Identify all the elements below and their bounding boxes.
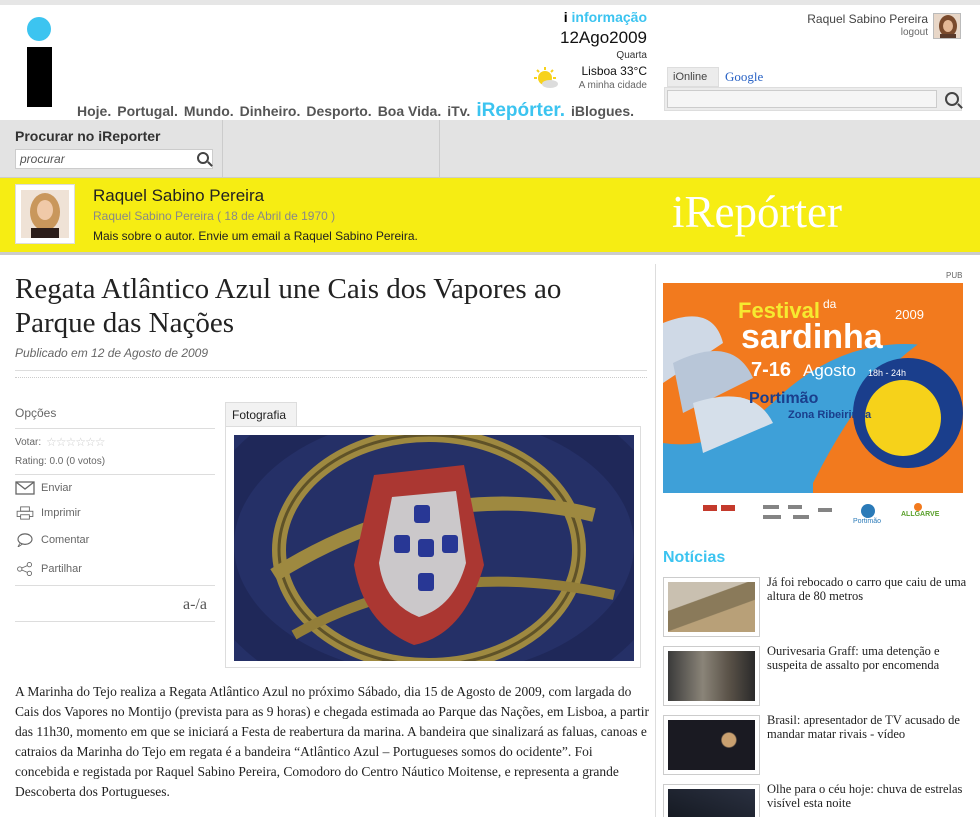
festival-ad-graphic: Festival da sardinha 2009 7-16 Agosto 18…: [663, 283, 963, 533]
avatar[interactable]: [933, 13, 961, 39]
options-title: Opções: [15, 406, 57, 420]
separator: [15, 428, 215, 429]
nav-portugal[interactable]: Portugal.: [117, 103, 178, 119]
local-search-label: Procurar no iReporter: [15, 128, 161, 144]
news-item[interactable]: Já foi rebocado o carro que caiu de uma …: [663, 575, 966, 637]
news-headline[interactable]: Brasil: apresentador de TV acusado de ma…: [767, 713, 967, 741]
ad-portimao-logo: Portimão: [853, 518, 881, 525]
nav-ireporter[interactable]: iRepórter.: [476, 100, 565, 121]
news-headline[interactable]: Olhe para o céu hoje: chuva de estrelas …: [767, 782, 967, 810]
local-search-icon[interactable]: [197, 152, 209, 164]
nav-mundo[interactable]: Mundo.: [184, 103, 234, 119]
rating-stars[interactable]: ☆☆☆☆☆☆: [46, 435, 106, 449]
share-option[interactable]: Partilhar: [15, 562, 82, 576]
news-thumbnail[interactable]: [663, 784, 760, 817]
nav-desporto[interactable]: Desporto.: [306, 103, 371, 119]
photo-frame: [225, 426, 641, 668]
share-icon: [17, 562, 32, 576]
tab-photo[interactable]: Fotografia: [225, 402, 297, 426]
my-city-link[interactable]: A minha cidade: [579, 80, 647, 91]
separator: [15, 585, 215, 586]
local-search-input[interactable]: procurar: [15, 149, 213, 169]
share-label: Partilhar: [41, 563, 82, 575]
author-birthdate: Raquel Sabino Pereira ( 18 de Abril de 1…: [93, 209, 336, 223]
top-search-input[interactable]: [667, 90, 937, 108]
article-title: Regata Atlântico Azul une Cais dos Vapor…: [15, 273, 562, 339]
ad-place: Portimão: [749, 390, 819, 407]
search-tab-google[interactable]: Google: [725, 69, 763, 85]
ad-label: PUB: [946, 271, 963, 280]
info-heading[interactable]: i informação: [564, 9, 647, 25]
ad-month: Agosto: [803, 361, 856, 380]
nav-itv[interactable]: iTv.: [447, 103, 470, 119]
ad-zone: Zona Ribeirinha: [788, 409, 872, 421]
festival-ad[interactable]: Festival da sardinha 2009 7-16 Agosto 18…: [663, 283, 963, 533]
print-label: Imprimir: [41, 507, 81, 519]
nav-dinheiro[interactable]: Dinheiro.: [240, 103, 301, 119]
send-label: Enviar: [41, 482, 73, 494]
news-item[interactable]: Brasil: apresentador de TV acusado de ma…: [663, 713, 963, 775]
author-name[interactable]: Raquel Sabino Pereira: [93, 186, 264, 206]
logo-bar[interactable]: [27, 47, 52, 107]
user-name[interactable]: Raquel Sabino Pereira: [807, 12, 928, 26]
ad-da: da: [823, 297, 837, 311]
weekday: Quarta: [616, 50, 647, 61]
armillary-flag-image: [234, 435, 634, 661]
comment-option[interactable]: Comentar: [15, 533, 89, 547]
comment-label: Comentar: [41, 534, 90, 546]
column-divider: [655, 264, 656, 817]
publish-date: Publicado em 12 de Agosto de 2009: [15, 346, 209, 360]
ad-year: 2009: [895, 307, 924, 322]
user-photo-icon: [934, 14, 960, 38]
ireporter-brand: iRepórter: [672, 187, 842, 237]
search-tab-ionline[interactable]: iOnline: [667, 67, 719, 87]
envelope-icon: [15, 481, 35, 495]
news-headline[interactable]: Ourivesaria Graff: uma detenção e suspei…: [767, 644, 967, 672]
ad-hours: 18h - 24h: [868, 368, 906, 378]
article-body: A Marinha do Tejo realiza a Regata Atlân…: [15, 684, 650, 799]
news-item[interactable]: Olhe para o céu hoje: chuva de estrelas …: [663, 782, 963, 817]
band-divider: [439, 120, 440, 177]
weather: Lisboa 33°C: [581, 64, 647, 78]
logo[interactable]: [27, 17, 51, 41]
date: 12Ago2009: [560, 28, 647, 47]
separator: [15, 377, 647, 378]
search-icon[interactable]: [945, 92, 959, 106]
author-portrait-icon: [21, 190, 69, 238]
news-thumbnail[interactable]: [663, 577, 760, 637]
author-photo[interactable]: [15, 184, 75, 244]
band-divider: [222, 120, 223, 177]
news-item[interactable]: Ourivesaria Graff: uma detenção e suspei…: [663, 644, 963, 706]
ad-dates: 7-16: [751, 359, 791, 381]
main-nav: Hoje. Portugal. Mundo. Dinheiro. Desporto. Bo…: [77, 100, 640, 122]
printer-icon: [16, 506, 34, 520]
news-thumbnail[interactable]: [663, 715, 760, 775]
logout-link[interactable]: logout: [901, 27, 928, 38]
ad-allgarve: ALLGARVE: [901, 511, 940, 518]
ad-sardinha: sardinha: [741, 318, 884, 356]
separator: [15, 370, 647, 371]
font-size-toggle[interactable]: a-/a: [183, 596, 207, 614]
comment-icon: [17, 533, 33, 547]
separator: [15, 621, 215, 622]
article-photo[interactable]: [234, 435, 634, 661]
rating-value: Rating: 0.0 (0 votos): [15, 456, 106, 467]
weather-sun-icon: [534, 67, 558, 88]
print-option[interactable]: Imprimir: [15, 506, 81, 520]
nav-boa-vida[interactable]: Boa Vida.: [378, 103, 442, 119]
send-option[interactable]: Enviar: [15, 481, 72, 495]
nav-iblogues[interactable]: iBlogues.: [571, 103, 634, 119]
news-headline[interactable]: Já foi rebocado o carro que caiu de uma …: [767, 575, 967, 603]
news-heading: Notícias: [663, 549, 726, 566]
nav-hoje[interactable]: Hoje.: [77, 103, 111, 119]
vote-label: Votar:: [15, 437, 42, 448]
author-more-links[interactable]: Mais sobre o autor. Envie um email a Raq…: [93, 229, 418, 243]
news-thumbnail[interactable]: [663, 646, 760, 706]
top-search-box: [664, 87, 962, 111]
separator: [15, 474, 215, 475]
